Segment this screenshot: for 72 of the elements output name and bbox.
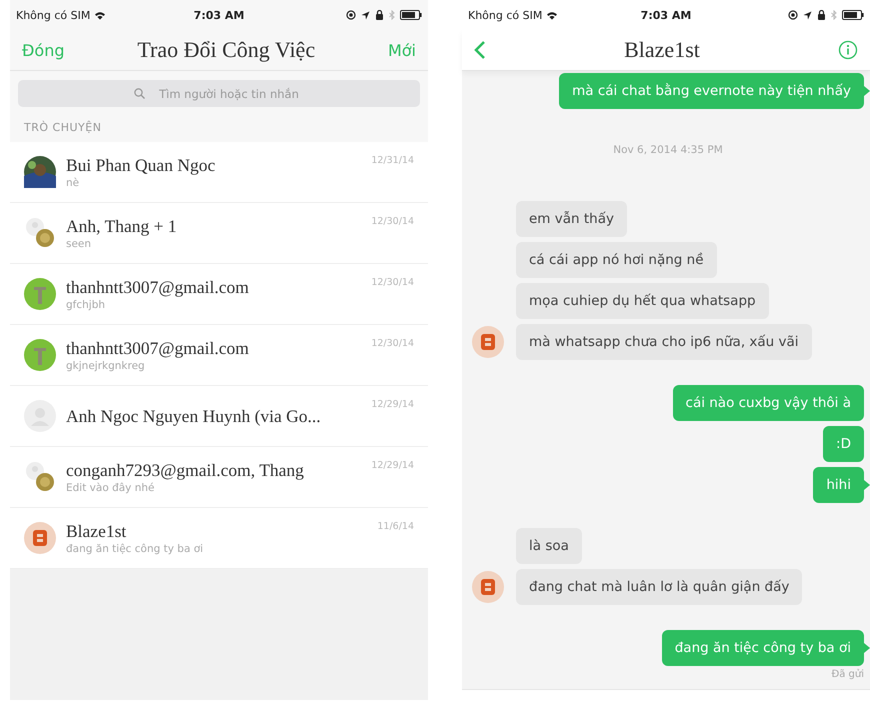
contact-name: Anh Ngoc Nguyen Huynh (via Go... [66, 406, 322, 426]
info-button[interactable] [838, 40, 858, 60]
screen-title: Trao Đổi Công Việc [137, 37, 316, 63]
received-message: đang chat mà luân lơ là quân giận đấy [516, 569, 802, 605]
clock-time: 7:03 AM [194, 8, 244, 22]
location-icon [803, 10, 812, 20]
lock-icon [817, 10, 826, 20]
message-timestamp: Nov 6, 2014 4:35 PM [613, 144, 723, 156]
contact-name: Blaze1st [66, 521, 128, 542]
conversation-row[interactable]: conganh7293@gmail.com, Thang Edit vào đây nhé 12/29/14 [10, 447, 428, 508]
contact-name: Bui Phan Quan Ngoc [66, 155, 216, 176]
delivery-status: Đã gửi [831, 669, 864, 680]
conversation-row[interactable]: thanhntt3007@gmail.com gkjnejrkgnkreg 12/30/14 [10, 325, 428, 386]
contact-name: thanhntt3007@gmail.com [66, 338, 250, 359]
message-date: 12/29/14 [371, 460, 414, 471]
received-message: mà whatsapp chưa cho ip6 nữa, xấu vãi [516, 324, 812, 360]
received-message: là soa [516, 528, 582, 564]
received-message: cá cái app nó hơi nặng nề [516, 242, 716, 278]
conversation-row[interactable]: Blaze1st đang ăn tiệc công ty ba ơi 11/6/14 [10, 508, 428, 569]
avatar-icon [24, 522, 56, 554]
sent-message: :D [823, 426, 864, 462]
bluetooth-icon [831, 10, 837, 20]
message-preview: đang ăn tiệc công ty ba ơi [66, 543, 204, 555]
bluetooth-icon [389, 10, 395, 20]
location-icon [361, 10, 370, 20]
chat-title: Blaze1st [624, 37, 700, 63]
avatar-icon [24, 400, 56, 432]
avatar-icon [24, 278, 56, 310]
received-message: em vẫn thấy [516, 201, 627, 237]
message-preview: gfchjbh [66, 299, 106, 311]
wifi-icon [546, 10, 558, 20]
conversation-row[interactable]: Anh, Thang + 1 seen 12/30/14 [10, 203, 428, 264]
avatar-icon [24, 339, 56, 371]
message-preview: seen [66, 238, 92, 250]
message-preview: gkjnejrkgnkreg [66, 360, 146, 372]
message-preview: Edit vào đây nhé [66, 482, 156, 494]
conversation-row[interactable]: thanhntt3007@gmail.com gfchjbh 12/30/14 [10, 264, 428, 325]
avatar-icon [24, 156, 56, 188]
contact-name: conganh7293@gmail.com, Thang [66, 460, 305, 481]
carrier-label: Không có SIM [468, 8, 542, 22]
sent-message: đang ăn tiệc công ty ba ơi [662, 630, 864, 666]
section-header: TRÒ CHUYỆN [10, 113, 428, 142]
received-message: mọa cuhiep dụ hết qua whatsapp [516, 283, 769, 319]
sent-message: cái nào cuxbg vậy thôi à [672, 385, 864, 421]
clock-time: 7:03 AM [640, 8, 692, 22]
back-button[interactable] [474, 40, 486, 60]
rotation-lock-icon [346, 10, 356, 20]
avatar-icon [24, 217, 56, 249]
info-icon [838, 40, 858, 60]
message-preview: nè [66, 177, 80, 189]
conversation-row[interactable]: Anh Ngoc Nguyen Huynh (via Go... 12/29/14 [10, 386, 428, 447]
rotation-lock-icon [788, 10, 798, 20]
message-date: 12/30/14 [371, 338, 414, 349]
search-field[interactable]: Tìm người hoặc tin nhắn [18, 80, 420, 107]
sent-message: hihi [813, 467, 864, 503]
message-date: 12/29/14 [371, 399, 414, 410]
lock-icon [375, 10, 384, 20]
contact-name: Anh, Thang + 1 [66, 216, 178, 237]
battery-icon [842, 10, 864, 20]
conversation-row[interactable]: Bui Phan Quan Ngoc nè 12/31/14 [10, 142, 428, 203]
message-date: 11/6/14 [377, 521, 414, 532]
message-date: 12/30/14 [371, 216, 414, 227]
message-input-bar[interactable] [462, 689, 870, 714]
wifi-icon [94, 10, 106, 20]
message-date: 12/31/14 [371, 155, 414, 166]
search-icon [134, 88, 145, 99]
battery-icon [400, 10, 422, 20]
avatar-icon [24, 461, 56, 493]
contact-name: thanhntt3007@gmail.com [66, 277, 250, 298]
carrier-label: Không có SIM [16, 8, 90, 22]
message-date: 12/30/14 [371, 277, 414, 288]
sent-message: mà cái chat bằng evernote này tiện nhấy [559, 73, 864, 109]
